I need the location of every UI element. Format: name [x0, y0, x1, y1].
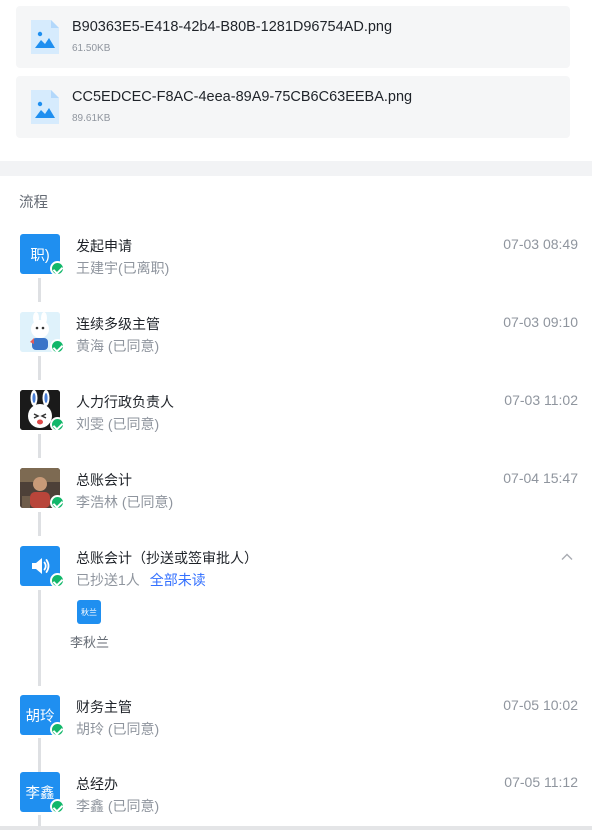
section-title: 流程	[19, 195, 48, 211]
flow-step: 人力行政负责人 刘雯 (已同意) 07-03 11:02	[0, 390, 592, 434]
approved-check-icon	[50, 417, 65, 432]
approved-check-icon	[50, 261, 65, 276]
step-time: 07-03 09:10	[503, 314, 578, 330]
timeline-connector	[38, 278, 41, 302]
avatar-text: 秋兰	[81, 607, 97, 617]
cc-count: 已抄送1人	[76, 572, 140, 588]
timeline-connector	[38, 356, 41, 380]
attachment-card[interactable]: CC5EDCEC-F8AC-4eea-89A9-75CB6C63EEBA.png…	[16, 76, 570, 138]
megaphone-icon	[32, 558, 50, 574]
step-title: 总账会计（抄送或签审批人）	[76, 550, 258, 566]
approved-check-icon	[50, 495, 65, 510]
step-title: 连续多级主管	[76, 316, 160, 332]
flow-step: 李鑫 总经办 李鑫 (已同意) 07-05 11:12	[0, 772, 592, 816]
flow-step: 职) 发起申请 王建宇(已离职) 07-03 08:49	[0, 234, 592, 278]
step-approver: 刘雯 (已同意)	[76, 416, 160, 432]
step-title: 发起申请	[76, 238, 132, 254]
bottom-divider	[0, 826, 592, 830]
attachment-name: B90363E5-E418-42b4-B80B-1281D96754AD.png	[72, 19, 393, 35]
chevron-up-icon[interactable]	[560, 550, 574, 564]
timeline-connector	[38, 738, 41, 773]
attachment-card[interactable]: B90363E5-E418-42b4-B80B-1281D96754AD.png…	[16, 6, 570, 68]
attachments-section: B90363E5-E418-42b4-B80B-1281D96754AD.png…	[0, 0, 592, 161]
step-title: 财务主管	[76, 699, 132, 715]
step-time: 07-03 08:49	[503, 236, 578, 252]
cc-status: 已抄送1人 全部未读	[76, 570, 206, 590]
approved-check-icon	[50, 722, 65, 737]
step-approver: 胡玲 (已同意)	[76, 721, 160, 737]
approved-check-icon	[50, 799, 65, 814]
flow-step-cc: 总账会计（抄送或签审批人） 已抄送1人 全部未读	[0, 546, 592, 590]
all-unread-link[interactable]: 全部未读	[150, 572, 206, 588]
avatar-text: 李鑫	[25, 785, 55, 802]
flow-step: 总账会计 李浩林 (已同意) 07-04 15:47	[0, 468, 592, 512]
image-file-icon	[31, 90, 59, 124]
step-approver: 李鑫 (已同意)	[76, 798, 160, 814]
step-title: 人力行政负责人	[76, 394, 174, 410]
step-title: 总经办	[76, 776, 118, 792]
approved-check-icon	[50, 573, 65, 588]
cc-avatar: 秋兰	[77, 600, 101, 624]
timeline-connector	[38, 815, 41, 826]
attachment-name: CC5EDCEC-F8AC-4eea-89A9-75CB6C63EEBA.png	[72, 89, 413, 105]
step-time: 07-03 11:02	[504, 392, 578, 408]
step-time: 07-04 15:47	[503, 470, 578, 486]
avatar-text: 职)	[30, 247, 50, 264]
step-approver: 王建宇(已离职)	[76, 260, 170, 276]
step-approver: 李浩林 (已同意)	[76, 494, 174, 510]
timeline-connector	[38, 512, 41, 536]
step-time: 07-05 11:12	[504, 774, 578, 790]
timeline-connector	[38, 590, 41, 686]
step-title: 总账会计	[76, 472, 132, 488]
flow-step: 连续多级主管 黄海 (已同意) 07-03 09:10	[0, 312, 592, 356]
approved-check-icon	[50, 339, 65, 354]
step-approver: 黄海 (已同意)	[76, 338, 160, 354]
attachment-size: 89.61KB	[72, 113, 111, 124]
attachment-size: 61.50KB	[72, 43, 111, 54]
flow-step: 胡玲 财务主管 胡玲 (已同意) 07-05 10:02	[0, 695, 592, 739]
avatar-text: 胡玲	[25, 708, 55, 725]
timeline-connector	[38, 434, 41, 458]
cc-name: 李秋兰	[70, 635, 110, 650]
step-time: 07-05 10:02	[503, 697, 578, 713]
image-file-icon	[31, 20, 59, 54]
